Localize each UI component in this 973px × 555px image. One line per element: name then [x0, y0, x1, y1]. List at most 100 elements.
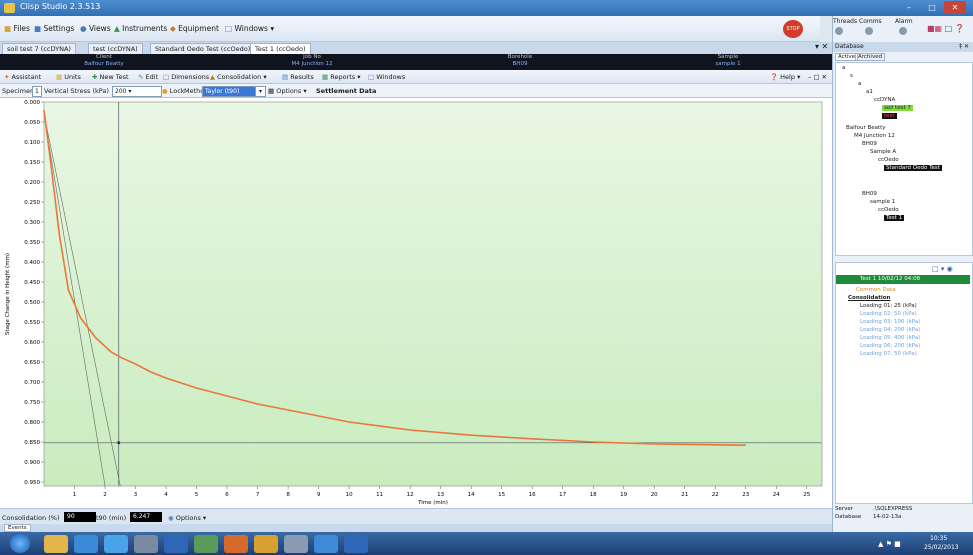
events-tab[interactable]: Events — [4, 524, 31, 532]
alarm-indicator[interactable]: Alarm — [895, 18, 913, 25]
consolidation-button[interactable]: ▲ Consolidation ▾ — [210, 73, 267, 81]
tree-node[interactable]: Balfour Beatty — [846, 125, 886, 131]
y-tick-label: 0.300 — [24, 220, 40, 226]
tree-node[interactable]: M4 Junction 12 — [854, 133, 895, 139]
word-icon[interactable] — [164, 535, 188, 553]
tree-node[interactable]: BH09 — [862, 191, 877, 197]
chrome-icon[interactable] — [254, 535, 278, 553]
equipment-icon: ◆ — [170, 24, 176, 33]
database-label: Database — [835, 514, 862, 520]
chart-svg[interactable]: 0.000 0.050 0.100 0.150 0.200 0.250 0.300 0.350… — [0, 98, 832, 508]
x-tick-label: 19 — [620, 492, 627, 498]
loading-item[interactable]: Loading 03: 100 (kPa) — [860, 319, 920, 325]
job-value: M4 Junction 12 — [291, 61, 333, 67]
tree-node[interactable]: sample 1 — [870, 199, 895, 205]
tree-node[interactable]: a — [858, 81, 861, 87]
app-icon[interactable] — [284, 535, 308, 553]
start-button[interactable] — [10, 534, 30, 553]
y-tick-label: 0.200 — [24, 180, 40, 186]
clock-time[interactable]: 10:35 — [930, 535, 947, 542]
word-doc-icon[interactable] — [344, 535, 368, 553]
main-toolbar: ✦ Assistant ▦ Units ✚ New Test ✎ Edit □ … — [0, 70, 832, 84]
tree-node[interactable]: ccOedo — [878, 157, 899, 163]
tab-archived[interactable]: Archived — [855, 53, 886, 61]
menu-settings[interactable]: ■ Settings — [34, 24, 74, 33]
tree-node-highlight[interactable]: soil test 7 — [882, 105, 913, 111]
tabs-close-icon[interactable]: ▾ ✕ — [815, 42, 828, 51]
menu-instruments[interactable]: ▲ Instruments — [114, 24, 167, 33]
reports-button[interactable]: ▦ Reports ▾ — [322, 73, 361, 81]
loading-item[interactable]: Loading 05: 400 (kPa) — [860, 335, 920, 341]
consolidation-header[interactable]: Consolidation — [848, 295, 890, 301]
minimize-button[interactable]: – — [898, 1, 920, 14]
stress-select[interactable]: 200 ▾ — [112, 86, 162, 97]
specimen-input[interactable]: 1 — [32, 86, 42, 97]
menu-views[interactable]: ● Views — [80, 24, 111, 33]
maximize-button[interactable]: □ — [921, 1, 943, 14]
tree-node[interactable]: a1 — [866, 89, 873, 95]
specimen-label: Specimen — [2, 87, 35, 95]
tree-node-highlight[interactable]: Test 1 — [884, 215, 905, 221]
tree-node[interactable]: ccDYNA — [874, 97, 895, 103]
tray-icons[interactable]: ▲ ⚑ ■ — [878, 540, 901, 548]
tree-node[interactable]: ccOedo — [878, 207, 899, 213]
tree-node[interactable]: Sample A — [870, 149, 896, 155]
test-panel-tool-icons[interactable]: □ ▾ ◉ — [932, 265, 953, 273]
consolidation-label: Consolidation (%) — [2, 514, 60, 522]
tree-node-highlight[interactable]: test — [882, 113, 897, 119]
picture-icon[interactable] — [194, 535, 218, 553]
consolidation-percent[interactable]: 90 — [64, 512, 96, 522]
clock-date[interactable]: 25/02/2013 — [924, 544, 959, 551]
tool-icon[interactable] — [134, 535, 158, 553]
close-button[interactable]: ✕ — [944, 1, 966, 14]
method-dropdown-icon[interactable]: ▾ — [255, 86, 266, 97]
explorer-icon[interactable] — [44, 535, 68, 553]
tree-node[interactable]: BH09 — [862, 141, 877, 147]
loading-item[interactable]: Loading 01: 25 (kPa) — [860, 303, 917, 309]
results-button[interactable]: ▤ Results — [282, 73, 314, 81]
loading-item[interactable]: Loading 04: 200 (kPa) — [860, 327, 920, 333]
status-options-button[interactable]: ◉ Options ▾ — [168, 514, 206, 522]
view-title: Settlement Data — [316, 87, 377, 95]
x-tick-label: 11 — [376, 492, 383, 498]
clisp-icon[interactable] — [314, 535, 338, 553]
x-tick-label: 10 — [346, 492, 353, 498]
loading-item[interactable]: Loading 02: 50 (kPa) — [860, 311, 917, 317]
powerpoint-icon[interactable] — [224, 535, 248, 553]
client-value: Balfour Beatty — [84, 61, 124, 67]
dimensions-icon: □ — [163, 73, 170, 81]
tree-node-highlight[interactable]: Standard Oedo Test — [884, 165, 942, 171]
help-button[interactable]: ❓ Help ▾ — [770, 73, 800, 81]
tree-node[interactable]: a — [842, 65, 845, 71]
menu-windows[interactable]: □ Windows ▾ — [225, 24, 274, 33]
dimensions-button[interactable]: □ Dimensions — [163, 73, 209, 81]
ie-icon[interactable] — [104, 535, 128, 553]
edit-button[interactable]: ✎ Edit — [138, 73, 158, 81]
stop-button[interactable]: STOP — [783, 20, 803, 38]
tree-node[interactable]: s — [850, 73, 853, 79]
lock-button[interactable]: ● Lock — [162, 87, 185, 95]
windows-icon: □ — [225, 24, 233, 33]
loading-item[interactable]: Loading 07: 50 (kPa) — [860, 351, 917, 357]
panel-controls-icon[interactable]: – □ ✕ — [808, 73, 827, 81]
menu-files[interactable]: ■ Files — [4, 24, 30, 33]
y-tick-label: 0.750 — [24, 400, 40, 406]
assistant-button[interactable]: ✦ Assistant — [4, 73, 41, 81]
settlement-chart[interactable]: 0.000 0.050 0.100 0.150 0.200 0.250 0.300 0.350… — [0, 98, 832, 508]
common-data-item[interactable]: Common Data — [856, 287, 896, 293]
windows-button[interactable]: □ Windows — [368, 73, 405, 81]
panel-pin-icon[interactable]: ‡ ✕ — [959, 42, 969, 52]
y-tick-label: 0.350 — [24, 240, 40, 246]
threads-indicator[interactable]: Threads — [833, 18, 857, 25]
t90-value[interactable]: 6.247 — [130, 512, 162, 522]
options-button[interactable]: ▦ Options ▾ — [268, 87, 307, 95]
t90-point — [117, 441, 121, 445]
method-select[interactable]: Taylor (t90) — [202, 86, 260, 97]
new-test-button[interactable]: ✚ New Test — [92, 73, 129, 81]
media-icon[interactable] — [74, 535, 98, 553]
panel-tool-icons[interactable]: ■▦ □ ❓ — [927, 24, 965, 33]
loading-item[interactable]: Loading 06: 200 (kPa) — [860, 343, 920, 349]
menu-equipment[interactable]: ◆ Equipment — [170, 24, 219, 33]
comms-indicator[interactable]: Comms — [859, 18, 882, 25]
units-button[interactable]: ▦ Units — [56, 73, 81, 81]
